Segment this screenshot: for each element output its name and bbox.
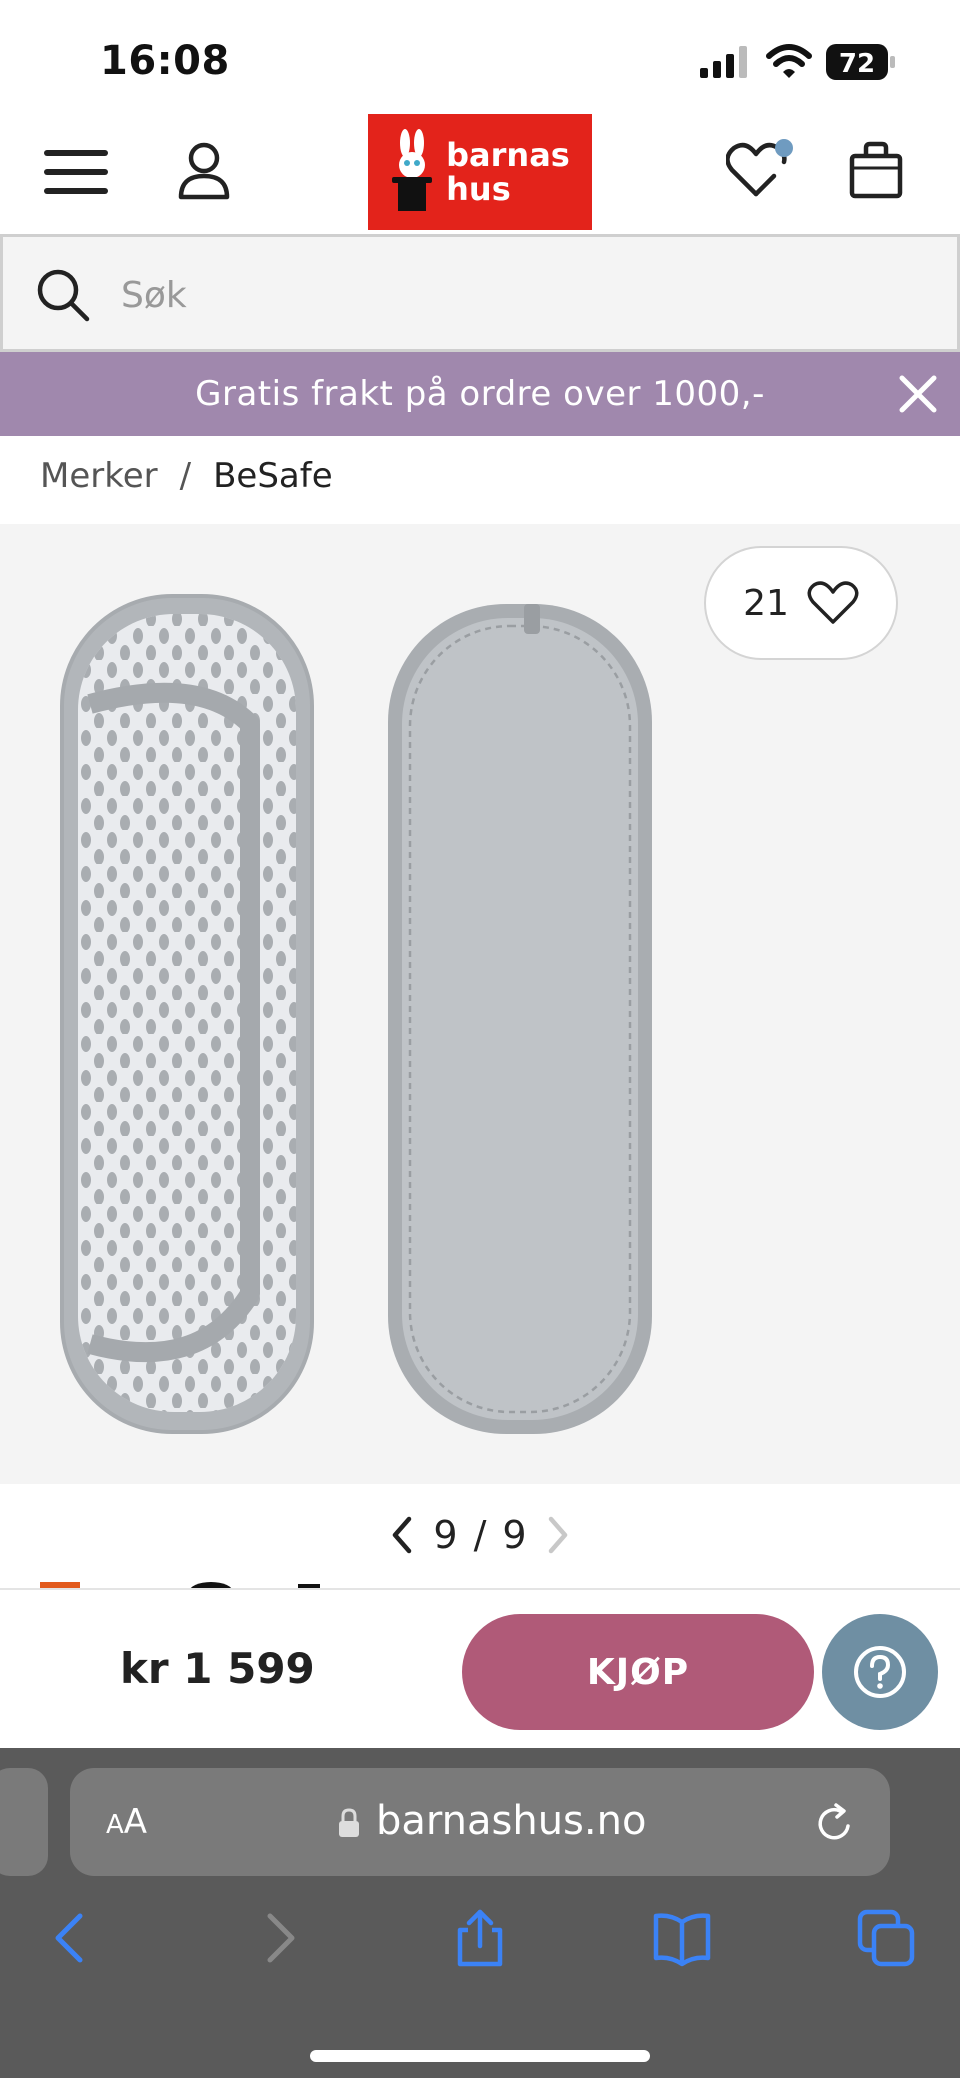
site-header: barnas hus [0,110,960,234]
close-icon[interactable] [896,372,940,416]
browser-chrome: AA barnashus.no [0,1748,960,2078]
search-box[interactable] [0,234,960,352]
status-time: 16:08 [100,38,230,84]
search-input[interactable] [121,265,881,325]
favorite-count: 21 [743,582,789,624]
breadcrumb: Merker / BeSafe [40,456,333,496]
reader-aa-button[interactable]: AA [106,1802,147,1842]
battery-level: 72 [839,49,875,79]
help-button[interactable] [822,1614,938,1730]
aa-small: A [106,1810,124,1840]
chevron-left-icon[interactable] [387,1515,417,1555]
breadcrumb-item-besafe[interactable]: BeSafe [213,456,333,496]
breadcrumb-item-merker[interactable]: Merker [40,456,158,496]
promo-banner: Gratis frakt på ordre over 1000,- [0,352,960,436]
wifi-icon [766,44,812,78]
heart-outline-icon [807,581,859,624]
logo-line2: hus [446,170,511,208]
share-icon[interactable] [450,1908,510,1968]
image-pager: 9 / 9 [0,1508,960,1562]
status-bar: 16:08 72 [0,0,960,110]
price: kr 1 599 [120,1644,315,1693]
logo-line1: barnas [446,136,570,174]
product-image [60,594,652,1434]
reload-icon[interactable] [814,1802,856,1844]
breadcrumb-separator: / [179,456,192,496]
previous-tab-stub[interactable] [0,1768,48,1876]
logo-text: barnas hus [446,138,570,206]
search-icon [37,269,90,322]
back-icon[interactable] [42,1908,102,1968]
aa-large: A [123,1802,148,1842]
signal-icon [700,46,747,78]
help-icon [854,1646,906,1698]
lock-icon [339,1808,359,1837]
home-indicator [310,2050,650,2062]
tabs-icon[interactable] [856,1908,916,1968]
wishlist-badge [775,139,793,157]
menu-icon[interactable] [44,146,108,198]
product-gallery[interactable]: 21 [0,524,960,1484]
favorite-button[interactable]: 21 [704,546,898,660]
url-text: barnashus.no [376,1798,647,1844]
pager-total: 9 [502,1513,527,1557]
pager-separator: / [473,1513,487,1557]
buy-bar: kr 1 599 KJØP [0,1588,960,1748]
bunny-hat-logo-icon [392,129,433,211]
buy-button[interactable]: KJØP [462,1614,814,1730]
address-bar[interactable]: AA barnashus.no [70,1768,890,1876]
battery-icon: 72 [826,44,895,80]
forward-icon[interactable] [248,1908,308,1968]
pager-current: 9 [433,1513,458,1557]
promo-text: Gratis frakt på ordre over 1000,- [195,374,765,414]
user-icon[interactable] [176,140,232,200]
logo[interactable]: barnas hus [368,114,592,230]
bag-icon[interactable] [848,140,904,200]
chevron-right-icon[interactable] [543,1515,573,1555]
heart-icon[interactable] [726,138,794,202]
bookmarks-icon[interactable] [652,1908,712,1968]
